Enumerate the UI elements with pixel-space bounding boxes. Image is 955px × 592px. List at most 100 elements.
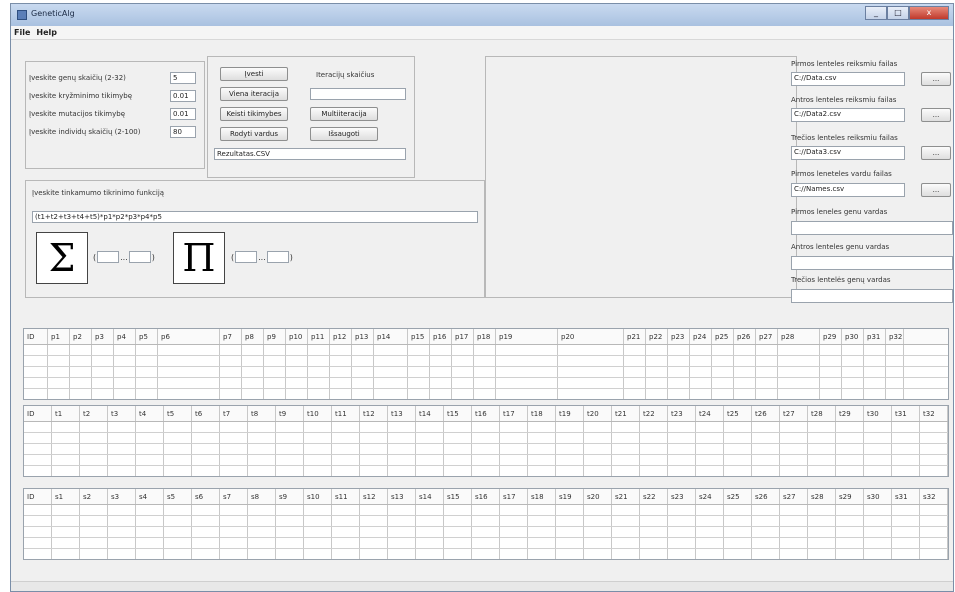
- menu-help[interactable]: Help: [33, 26, 60, 39]
- column-header[interactable]: s19: [556, 489, 584, 504]
- table-cell[interactable]: [114, 356, 136, 366]
- table-cell[interactable]: [472, 549, 500, 559]
- table-cell[interactable]: [416, 527, 444, 537]
- table-cell[interactable]: [136, 345, 158, 355]
- column-header[interactable]: t5: [164, 406, 192, 421]
- column-header[interactable]: t22: [640, 406, 668, 421]
- table-cell[interactable]: [374, 378, 408, 388]
- column-header[interactable]: s18: [528, 489, 556, 504]
- table-cell[interactable]: [668, 433, 696, 443]
- table-cell[interactable]: [352, 378, 374, 388]
- table-cell[interactable]: [640, 505, 668, 515]
- table-row[interactable]: [24, 505, 948, 516]
- table-cell[interactable]: [886, 367, 904, 377]
- table-cell[interactable]: [920, 538, 948, 548]
- table-cell[interactable]: [808, 538, 836, 548]
- table-cell[interactable]: [136, 367, 158, 377]
- table-cell[interactable]: [780, 527, 808, 537]
- column-header[interactable]: p20: [558, 329, 624, 344]
- file1-input[interactable]: C://Data.csv: [791, 72, 905, 86]
- table-cell[interactable]: [612, 516, 640, 526]
- table-cell[interactable]: [24, 367, 48, 377]
- table-cell[interactable]: [558, 345, 624, 355]
- table-cell[interactable]: [724, 505, 752, 515]
- table-cell[interactable]: [558, 378, 624, 388]
- table-cell[interactable]: [624, 389, 646, 399]
- table-cell[interactable]: [192, 505, 220, 515]
- table-cell[interactable]: [646, 367, 668, 377]
- column-header[interactable]: t17: [500, 406, 528, 421]
- column-header[interactable]: s8: [248, 489, 276, 504]
- table-cell[interactable]: [496, 367, 558, 377]
- table-cell[interactable]: [778, 389, 820, 399]
- table-cell[interactable]: [330, 356, 352, 366]
- table-cell[interactable]: [474, 378, 496, 388]
- table-cell[interactable]: [892, 516, 920, 526]
- table-cell[interactable]: [842, 367, 864, 377]
- table-cell[interactable]: [136, 455, 164, 465]
- table-cell[interactable]: [724, 455, 752, 465]
- table-cell[interactable]: [864, 433, 892, 443]
- table-cell[interactable]: [286, 356, 308, 366]
- table-cell[interactable]: [416, 516, 444, 526]
- table-cell[interactable]: [756, 356, 778, 366]
- table-cell[interactable]: [136, 389, 158, 399]
- column-header[interactable]: s22: [640, 489, 668, 504]
- table-cell[interactable]: [712, 378, 734, 388]
- table-cell[interactable]: [276, 433, 304, 443]
- table-cell[interactable]: [452, 378, 474, 388]
- table-cell[interactable]: [332, 433, 360, 443]
- table-cell[interactable]: [24, 378, 48, 388]
- ivesti-button[interactable]: Įvesti: [220, 67, 288, 81]
- table-cell[interactable]: [696, 549, 724, 559]
- table-cell[interactable]: [360, 466, 388, 476]
- column-header[interactable]: t8: [248, 406, 276, 421]
- genes3-name-input[interactable]: [791, 289, 953, 303]
- table-cell[interactable]: [474, 345, 496, 355]
- table-cell[interactable]: [690, 378, 712, 388]
- table-cell[interactable]: [444, 538, 472, 548]
- prod-range-from[interactable]: [235, 251, 258, 263]
- table-cell[interactable]: [164, 455, 192, 465]
- table-cell[interactable]: [330, 378, 352, 388]
- table-cell[interactable]: [756, 389, 778, 399]
- table-cell[interactable]: [624, 356, 646, 366]
- column-header[interactable]: s9: [276, 489, 304, 504]
- table-cell[interactable]: [388, 422, 416, 432]
- table-cell[interactable]: [444, 505, 472, 515]
- table-cell[interactable]: [164, 466, 192, 476]
- table-row[interactable]: [24, 389, 948, 399]
- column-header[interactable]: s12: [360, 489, 388, 504]
- table-cell[interactable]: [70, 345, 92, 355]
- table-row[interactable]: [24, 356, 948, 367]
- table-cell[interactable]: [52, 516, 80, 526]
- table-cell[interactable]: [584, 444, 612, 454]
- table-cell[interactable]: [248, 505, 276, 515]
- table-cell[interactable]: [444, 516, 472, 526]
- table-cell[interactable]: [444, 527, 472, 537]
- table-cell[interactable]: [264, 367, 286, 377]
- fitness-function-input[interactable]: (t1+t2+t3+t4+t5)*p1*p2*p3*p4*p5: [32, 211, 478, 223]
- table-cell[interactable]: [528, 455, 556, 465]
- column-header[interactable]: p4: [114, 329, 136, 344]
- table-cell[interactable]: [528, 466, 556, 476]
- table-cell[interactable]: [192, 466, 220, 476]
- column-header[interactable]: t19: [556, 406, 584, 421]
- table-cell[interactable]: [52, 527, 80, 537]
- table-cell[interactable]: [646, 345, 668, 355]
- column-header[interactable]: t15: [444, 406, 472, 421]
- table-cell[interactable]: [24, 516, 52, 526]
- table-cell[interactable]: [332, 527, 360, 537]
- names-browse-button[interactable]: ...: [921, 183, 951, 197]
- column-header[interactable]: t23: [668, 406, 696, 421]
- table-cell[interactable]: [92, 356, 114, 366]
- table-cell[interactable]: [430, 367, 452, 377]
- table-row[interactable]: [24, 527, 948, 538]
- table-cell[interactable]: [780, 444, 808, 454]
- table-cell[interactable]: [158, 378, 220, 388]
- table-cell[interactable]: [556, 444, 584, 454]
- table-cell[interactable]: [584, 422, 612, 432]
- column-header[interactable]: ID: [24, 406, 52, 421]
- column-header[interactable]: s3: [108, 489, 136, 504]
- table-row[interactable]: [24, 549, 948, 559]
